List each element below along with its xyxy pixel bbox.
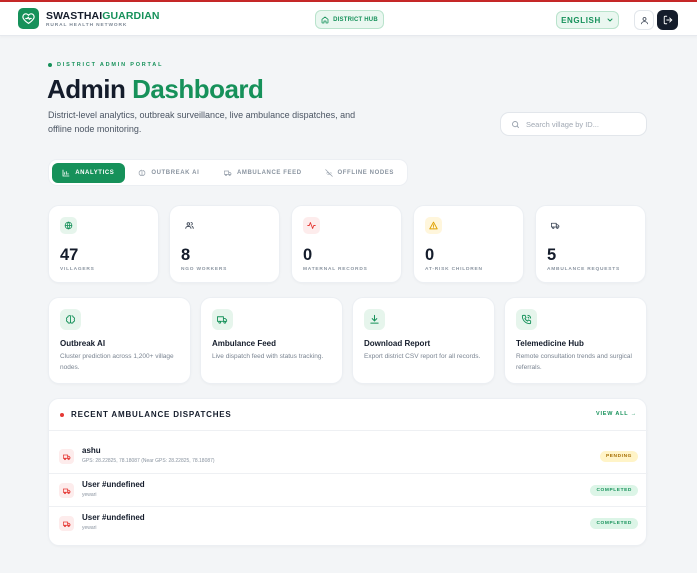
feature-title: Telemedicine Hub	[516, 339, 584, 348]
stat-label: AT-RISK CHILDREN	[425, 267, 483, 272]
tab-ambulance-feed[interactable]: AMBULANCE FEED	[213, 163, 312, 183]
stat-card-villagers[interactable]: 47 VILLAGERS	[48, 205, 159, 283]
home-icon	[321, 16, 329, 23]
feature-title: Download Report	[364, 339, 431, 348]
status-badge: COMPLETED	[590, 485, 638, 496]
feature-description: Export district CSV report for all recor…	[364, 353, 481, 360]
stat-card-ambulance-requests[interactable]: 5 AMBULANCE REQUESTS	[535, 205, 646, 283]
eyebrow-dot	[48, 63, 52, 67]
feature-description: Live dispatch feed with status tracking.	[212, 353, 324, 360]
truck-icon	[212, 309, 233, 330]
village-search[interactable]	[500, 112, 647, 136]
dispatch-name: ashu	[82, 446, 101, 455]
globe-icon	[60, 217, 77, 234]
feature-title: Outbreak AI	[60, 339, 106, 348]
stat-value: 47	[60, 246, 79, 264]
search-icon	[512, 120, 519, 128]
live-dot	[60, 412, 64, 417]
page-description: District-level analytics, outbreak surve…	[48, 110, 356, 134]
truck-icon	[59, 516, 74, 531]
logout-button[interactable]	[657, 10, 678, 30]
dashboard-tabs: ANALYTICS OUTBREAK AI AMBULANCE FEED OFF…	[48, 159, 408, 186]
dispatch-detail: GPS: 28.22825, 78.18087 (Near GPS: 28.22…	[82, 458, 215, 464]
search-input[interactable]	[526, 119, 636, 129]
tab-offline-nodes[interactable]: OFFLINE NODES	[315, 163, 404, 183]
stat-value: 0	[425, 246, 435, 264]
stat-value: 8	[181, 246, 191, 264]
heart-pulse-icon[interactable]	[18, 8, 39, 29]
district-hub-button[interactable]: DISTRICT HUB	[315, 10, 384, 29]
status-badge: PENDING	[599, 451, 638, 462]
feature-title: Ambulance Feed	[212, 339, 277, 348]
view-all-link[interactable]: VIEW ALL →	[596, 411, 637, 417]
logout-icon	[663, 15, 672, 25]
feature-card-telemedicine-hub[interactable]: Telemedicine Hub Remote consultation tre…	[504, 297, 647, 384]
dispatch-row[interactable]: ashu GPS: 28.22825, 78.18087 (Near GPS: …	[49, 440, 648, 473]
brand-name: SWASTHAIGUARDIAN	[46, 10, 160, 22]
dispatch-name: User #undefined	[82, 513, 145, 522]
stat-label: MATERNAL RECORDS	[303, 267, 368, 272]
feature-description: Cluster prediction across 1,200+ village…	[60, 353, 174, 371]
app-header: SWASTHAIGUARDIAN RURAL HEALTH NETWORK DI…	[0, 2, 697, 36]
tab-analytics[interactable]: ANALYTICS	[52, 162, 125, 183]
feature-card-download-report[interactable]: Download Report Export district CSV repo…	[352, 297, 495, 384]
brain-icon	[139, 169, 146, 176]
download-icon	[364, 309, 385, 330]
district-hub-label: DISTRICT HUB	[333, 16, 378, 23]
panel-header: RECENT AMBULANCE DISPATCHES VIEW ALL →	[49, 399, 648, 431]
truck-icon	[59, 483, 74, 498]
bar-chart-icon	[62, 169, 70, 176]
recent-dispatches-panel: RECENT AMBULANCE DISPATCHES VIEW ALL → a…	[48, 398, 648, 546]
dispatch-detail: yewari	[82, 492, 97, 498]
users-icon	[181, 217, 198, 234]
dispatch-row[interactable]: User #undefined yewari COMPLETED	[49, 506, 648, 539]
stat-value: 5	[547, 246, 557, 264]
stat-card-ngo-workers[interactable]: 8 NGO WORKERS	[169, 205, 280, 283]
wifi-off-icon	[324, 168, 333, 177]
status-badge: COMPLETED	[590, 518, 638, 529]
feature-card-outbreak-ai[interactable]: Outbreak AI Cluster prediction across 1,…	[48, 297, 191, 384]
stat-value: 0	[303, 246, 313, 264]
eyebrow-label: DISTRICT ADMIN PORTAL	[57, 62, 164, 68]
truck-icon	[547, 217, 564, 234]
user-icon	[640, 16, 648, 24]
truck-icon	[223, 170, 232, 176]
stat-label: VILLAGERS	[60, 267, 95, 272]
panel-title: RECENT AMBULANCE DISPATCHES	[60, 410, 232, 419]
dispatch-name: User #undefined	[82, 480, 145, 489]
language-select[interactable]: ENGLISH	[556, 11, 619, 29]
feature-description: Remote consultation trends and surgical …	[516, 353, 632, 371]
language-label: ENGLISH	[561, 15, 601, 25]
activity-icon	[303, 217, 320, 234]
portal-eyebrow: DISTRICT ADMIN PORTAL	[48, 62, 163, 68]
page-title: Admin Dashboard	[47, 74, 264, 104]
dispatch-detail: yewari	[82, 525, 97, 531]
stat-label: AMBULANCE REQUESTS	[547, 267, 621, 272]
brand-subtitle: RURAL HEALTH NETWORK	[46, 23, 128, 28]
feature-card-ambulance-feed[interactable]: Ambulance Feed Live dispatch feed with s…	[200, 297, 343, 384]
tab-outbreak-ai[interactable]: OUTBREAK AI	[127, 163, 212, 183]
brain-icon	[60, 309, 81, 330]
truck-icon	[59, 449, 74, 464]
stat-card-at-risk-children[interactable]: 0 AT-RISK CHILDREN	[413, 205, 524, 283]
stat-label: NGO WORKERS	[181, 267, 228, 272]
stat-card-maternal-records[interactable]: 0 MATERNAL RECORDS	[291, 205, 402, 283]
alert-triangle-icon	[425, 217, 442, 234]
chevron-down-icon	[607, 18, 613, 22]
user-profile-button[interactable]	[634, 10, 654, 30]
phone-call-icon	[516, 309, 537, 330]
dispatch-row[interactable]: User #undefined yewari COMPLETED	[49, 473, 648, 506]
brand[interactable]: SWASTHAIGUARDIAN RURAL HEALTH NETWORK	[46, 10, 160, 28]
